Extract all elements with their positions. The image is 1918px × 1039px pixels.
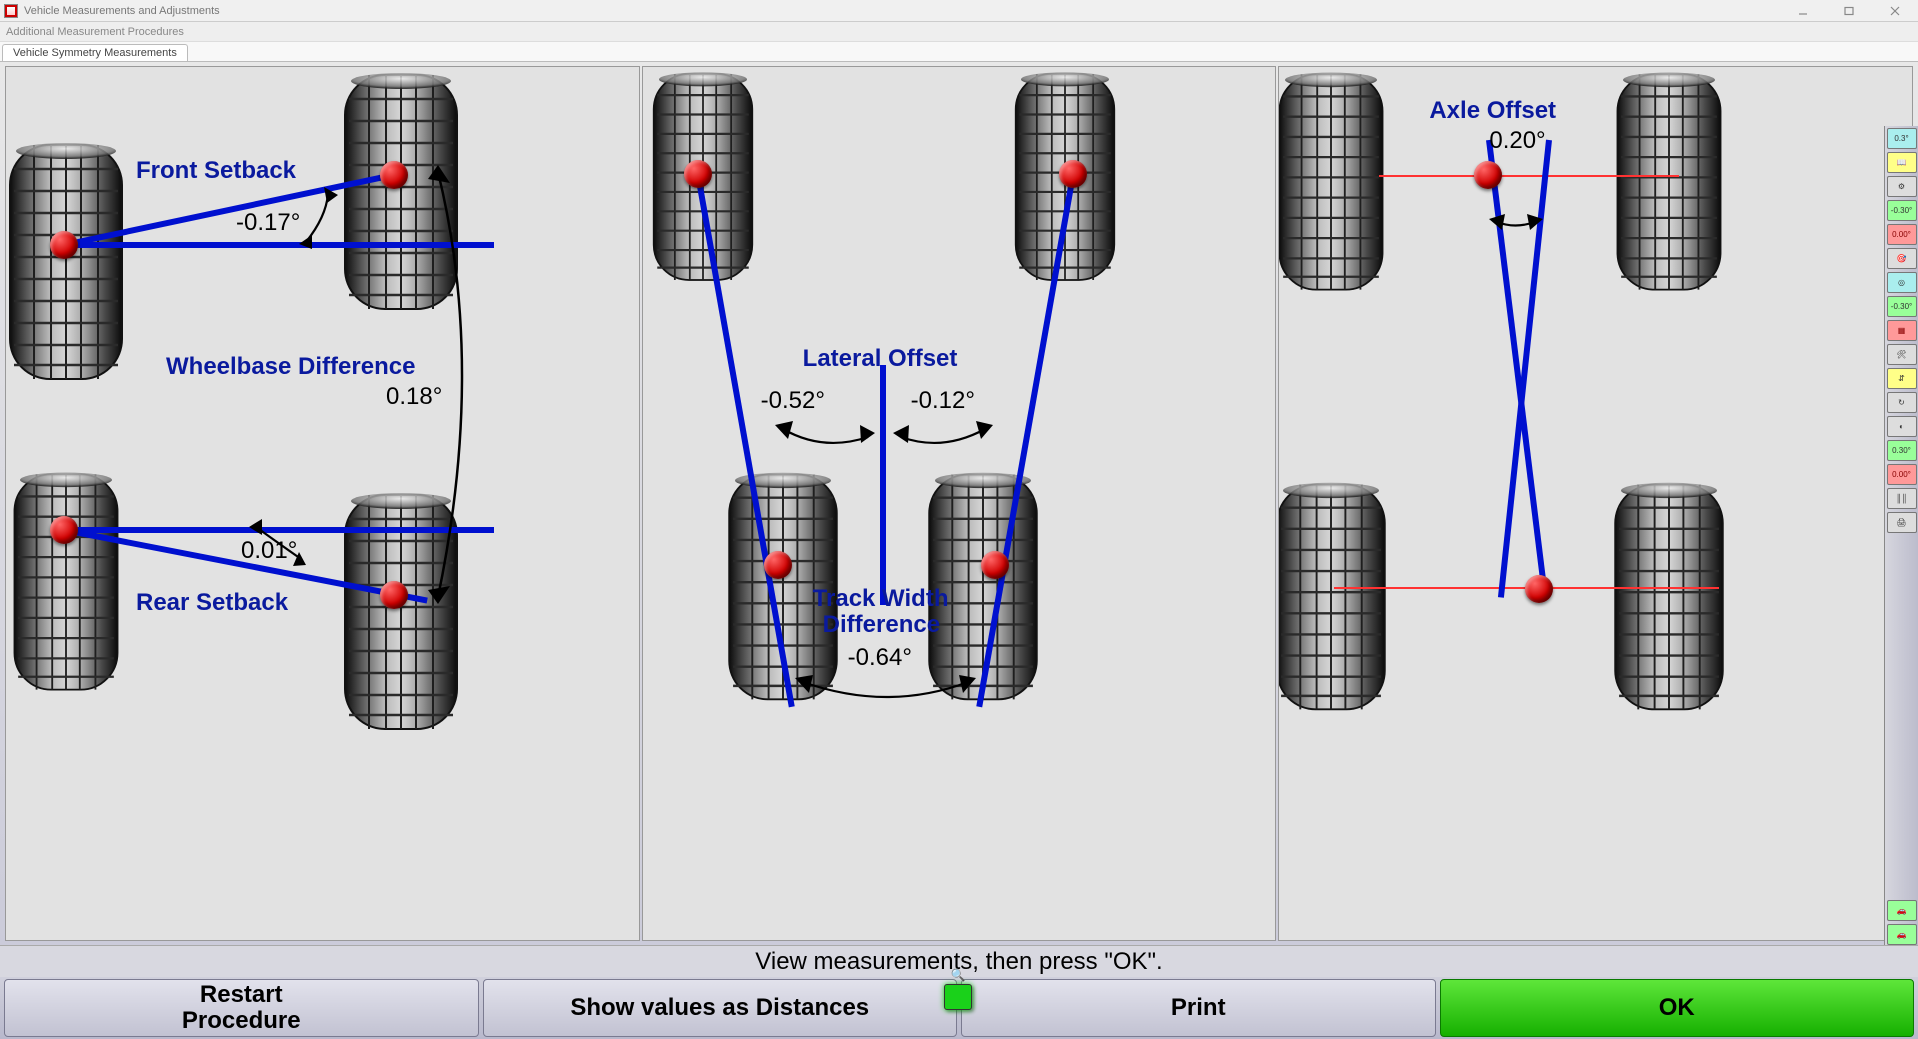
tool-icon-12[interactable]: ↻ — [1887, 392, 1917, 413]
tool-icon-2[interactable]: 📖 — [1887, 152, 1917, 173]
tool-icon-1[interactable]: 0.3° — [1887, 128, 1917, 149]
restart-button[interactable]: Restart Procedure — [4, 979, 479, 1037]
axle-offset-value: 0.20° — [1489, 127, 1545, 155]
app-icon — [4, 4, 18, 18]
panel-setback: Front Setback -0.17° Wheelbase Differenc… — [5, 66, 640, 941]
right-toolbar: 0.3° 📖 ⚙ -0.30° 0.00° 🎯 ◎ -0.30° ▦ 🛠 ⇵ ↻… — [1884, 126, 1918, 945]
minimize-button[interactable] — [1780, 0, 1826, 21]
submenu-label: Additional Measurement Procedures — [6, 26, 184, 38]
distances-button[interactable]: Show values as Distances 🔍 — [483, 979, 958, 1037]
tab-symmetry[interactable]: Vehicle Symmetry Measurements — [2, 44, 188, 61]
track-width-value: -0.64° — [848, 644, 912, 672]
track-width-label1: Track Width — [813, 585, 949, 613]
front-setback-label: Front Setback — [136, 157, 296, 185]
restart-label: Restart Procedure — [182, 982, 301, 1035]
window-controls — [1780, 0, 1918, 21]
status-icon-front[interactable]: 🚗 — [1887, 900, 1917, 921]
wheelbase-diff-label: Wheelbase Difference — [166, 353, 415, 381]
lateral-offset-label: Lateral Offset — [803, 345, 958, 373]
tool-icon-4[interactable]: -0.30° — [1887, 200, 1917, 221]
window-title: Vehicle Measurements and Adjustments — [24, 5, 220, 17]
wheelbase-diff-value: 0.18° — [386, 383, 442, 411]
print-label: Print — [1171, 995, 1226, 1021]
tool-icon-14[interactable]: 0.30° — [1887, 440, 1917, 461]
button-bar: Restart Procedure Show values as Distanc… — [0, 977, 1918, 1039]
close-button[interactable] — [1872, 0, 1918, 21]
tool-icon-9[interactable]: ▦ — [1887, 320, 1917, 341]
tool-icon-17[interactable]: 🖨 — [1887, 512, 1917, 533]
magnifier-icon: 🔍 — [951, 969, 966, 982]
content-area: Front Setback -0.17° Wheelbase Differenc… — [0, 62, 1918, 1039]
ok-label: OK — [1659, 995, 1695, 1021]
tool-icon-11[interactable]: ⇵ — [1887, 368, 1917, 389]
tool-icon-10[interactable]: 🛠 — [1887, 344, 1917, 365]
rear-setback-value: 0.01° — [241, 537, 297, 565]
status-icon-rear[interactable]: 🚗 — [1887, 924, 1917, 945]
tab-bar: Vehicle Symmetry Measurements — [0, 42, 1918, 62]
panel-lateral: Lateral Offset -0.52° -0.12° Track Width… — [642, 66, 1277, 941]
window-titlebar: Vehicle Measurements and Adjustments — [0, 0, 1918, 22]
tab-label: Vehicle Symmetry Measurements — [13, 47, 177, 59]
front-setback-value: -0.17° — [236, 209, 300, 237]
tool-icon-5[interactable]: 0.00° — [1887, 224, 1917, 245]
lateral-offset-left: -0.52° — [761, 387, 825, 415]
panels-row: Front Setback -0.17° Wheelbase Differenc… — [0, 62, 1918, 945]
panel-axle: Axle Offset 0.20° — [1278, 66, 1913, 941]
tool-icon-3[interactable]: ⚙ — [1887, 176, 1917, 197]
tool-icon-16[interactable]: ║║ — [1887, 488, 1917, 509]
tool-icon-8[interactable]: -0.30° — [1887, 296, 1917, 317]
rear-setback-label: Rear Setback — [136, 589, 288, 617]
setback-annotations — [6, 67, 639, 940]
ok-button[interactable]: OK — [1440, 979, 1915, 1037]
axle-annotations — [1279, 67, 1912, 940]
track-width-label2: Difference — [823, 611, 940, 639]
tool-icon-13[interactable]: ◐ — [1887, 416, 1917, 437]
tool-icon-6[interactable]: 🎯 — [1887, 248, 1917, 269]
lateral-offset-right: -0.12° — [911, 387, 975, 415]
status-indicator: 🔍 — [944, 984, 972, 1010]
axle-offset-label: Axle Offset — [1429, 97, 1556, 125]
tool-icon-15[interactable]: 0.00° — [1887, 464, 1917, 485]
distances-label: Show values as Distances — [570, 995, 869, 1021]
tool-icon-7[interactable]: ◎ — [1887, 272, 1917, 293]
submenu-bar: Additional Measurement Procedures — [0, 22, 1918, 42]
print-button[interactable]: Print — [961, 979, 1436, 1037]
maximize-button[interactable] — [1826, 0, 1872, 21]
lateral-annotations — [643, 67, 1276, 940]
